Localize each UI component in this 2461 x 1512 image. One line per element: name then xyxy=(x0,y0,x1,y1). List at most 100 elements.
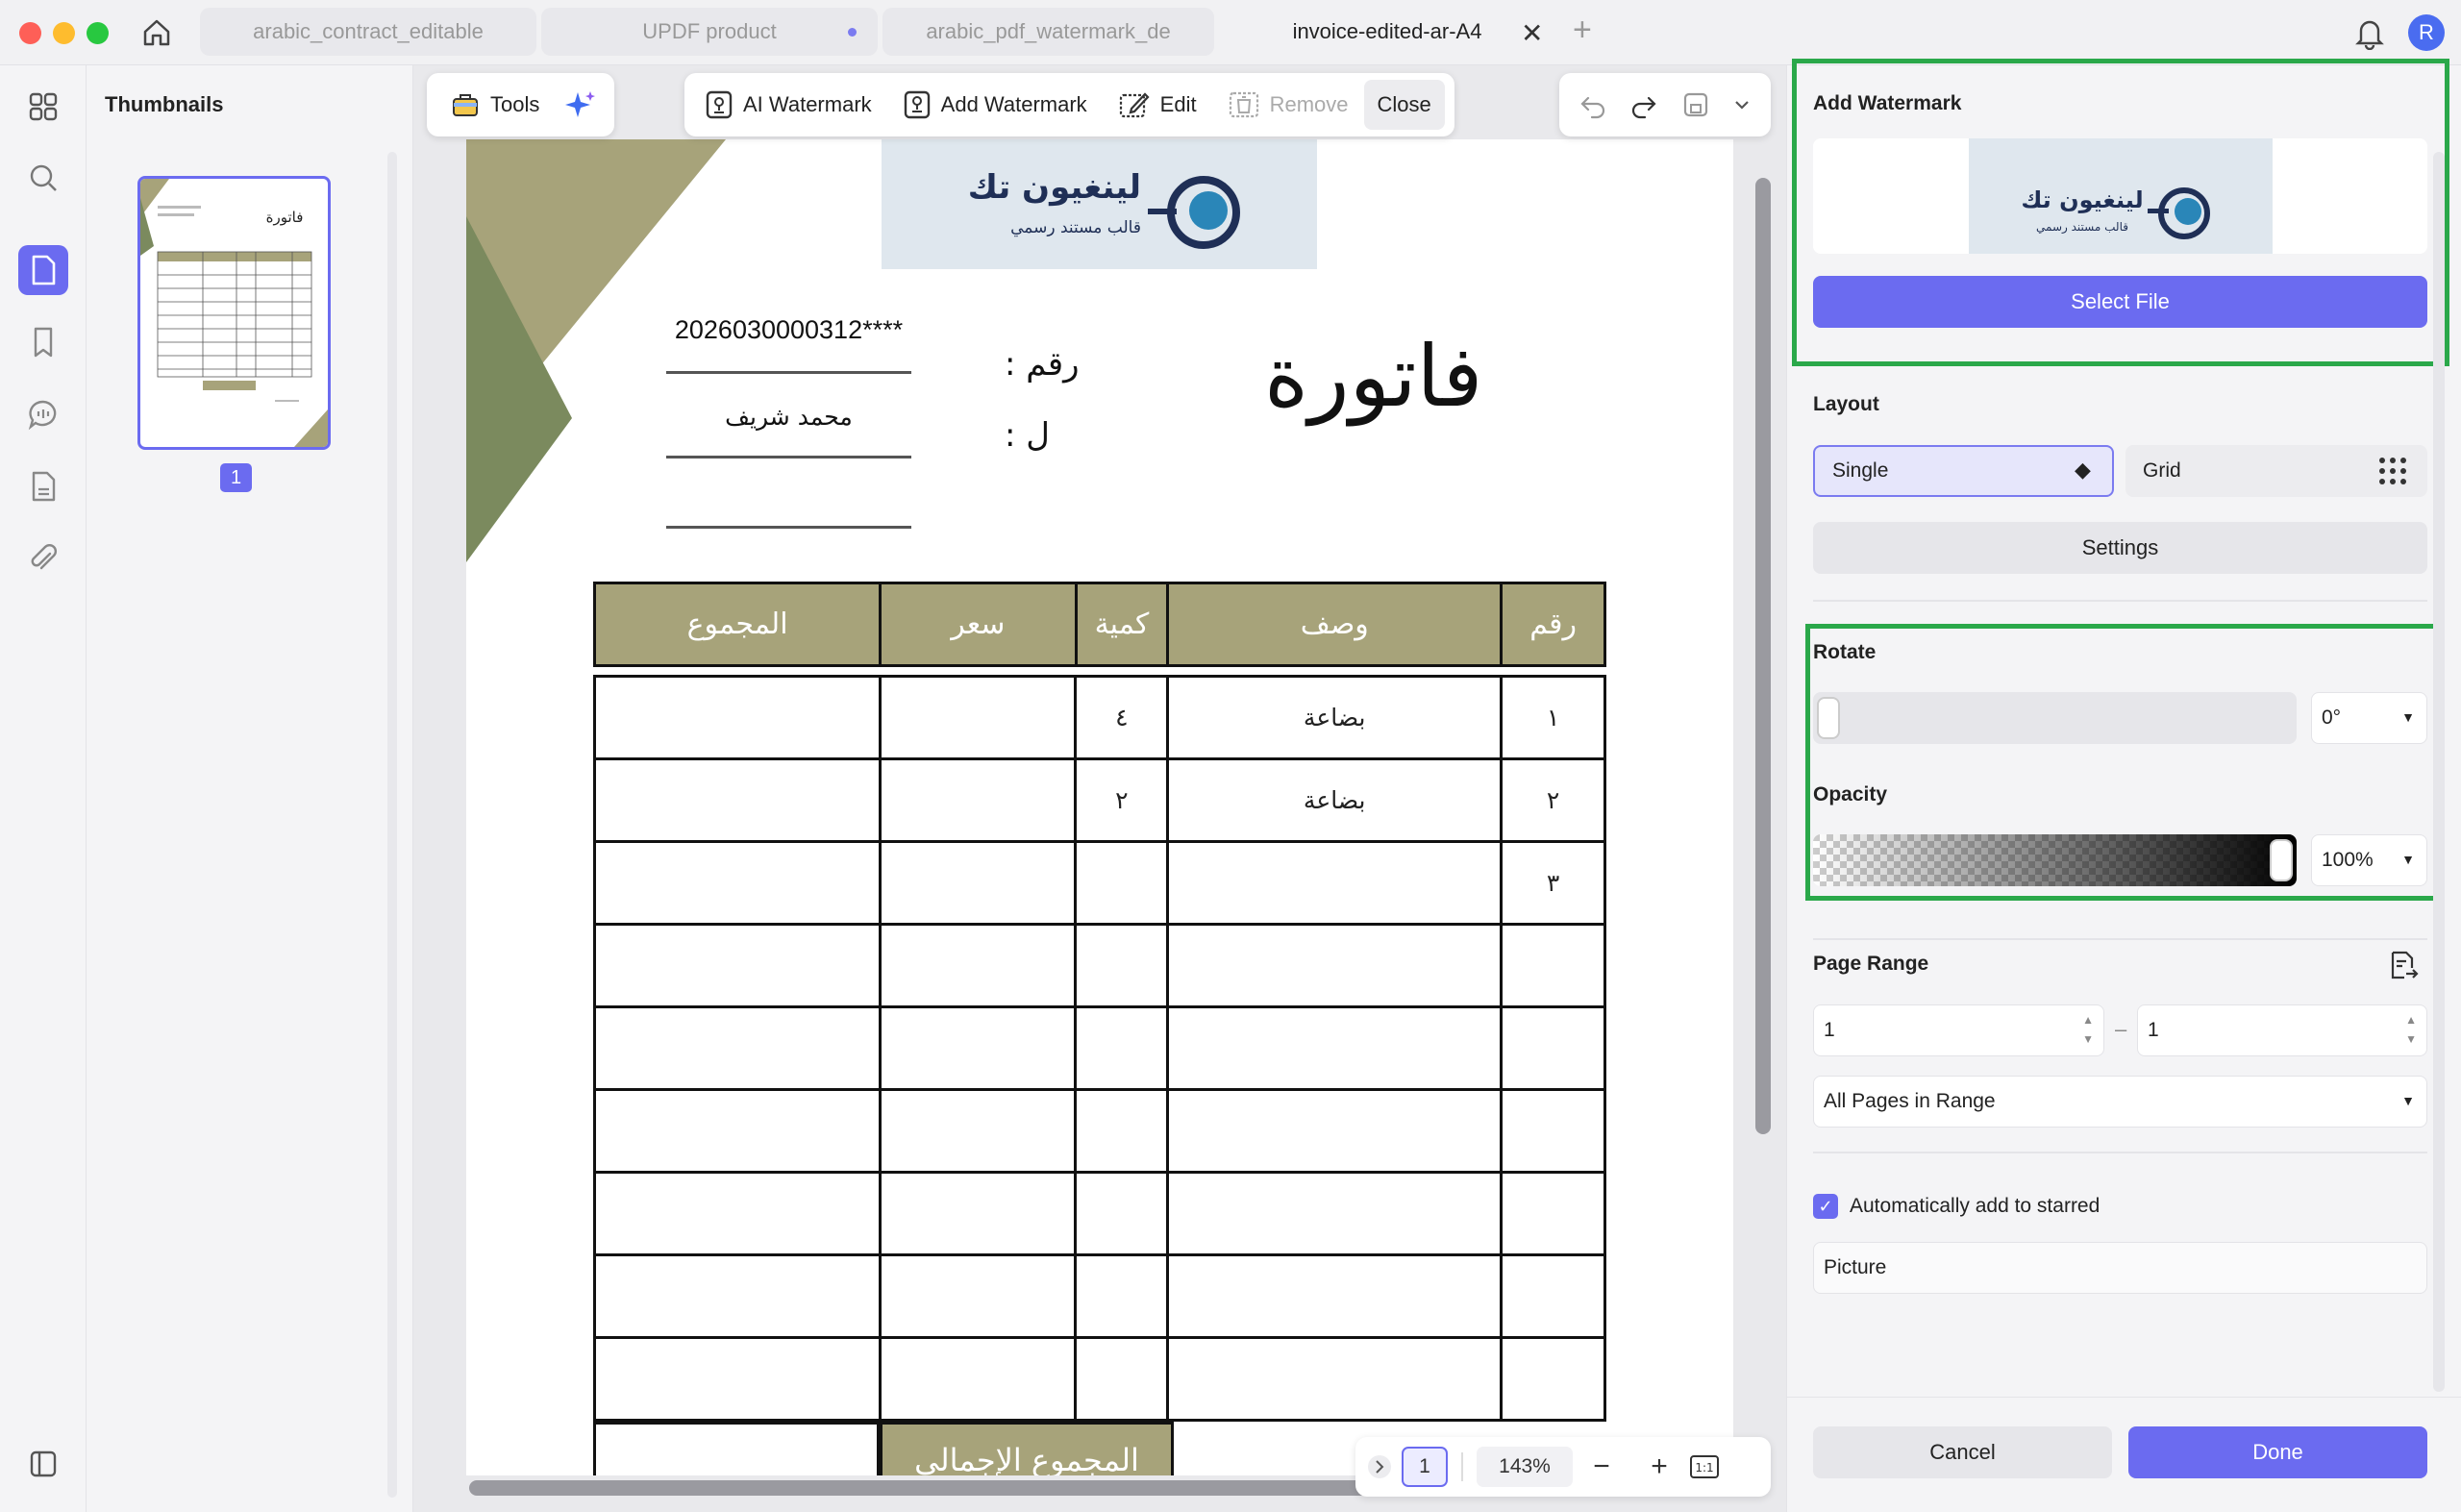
tab-label: UPDF product xyxy=(642,19,777,43)
vertical-scrollbar[interactable] xyxy=(1755,178,1771,1134)
add-watermark-label: Add Watermark xyxy=(940,92,1087,116)
close-window-button[interactable] xyxy=(19,22,41,44)
title-bar: arabic_contract_editable UPDF product ar… xyxy=(0,0,2461,65)
undo-redo-toolbar xyxy=(1559,73,1771,136)
opacity-value-select[interactable]: 100% ▼ xyxy=(2311,834,2427,886)
number-cell xyxy=(1500,1005,1606,1091)
comment-icon[interactable] xyxy=(21,392,65,436)
close-watermark-button[interactable]: Close xyxy=(1363,80,1445,130)
redo-icon[interactable] xyxy=(1629,90,1658,119)
price-cell xyxy=(879,923,1078,1008)
page-number-input[interactable]: 1 xyxy=(1402,1447,1448,1487)
actual-size-icon[interactable]: 1:1 xyxy=(1688,1452,1721,1481)
dropdown-arrow-icon: ▼ xyxy=(2401,709,2415,725)
invoice-number-value: 2026030000312**** xyxy=(674,315,904,344)
description-cell xyxy=(1166,1253,1504,1339)
table-row xyxy=(592,1253,1606,1339)
avatar-initial: R xyxy=(2419,20,2434,44)
sidebar-toggle-icon[interactable] xyxy=(21,1442,65,1486)
layout-title: Layout xyxy=(1813,393,1879,415)
new-tab-icon[interactable]: + xyxy=(1573,12,1592,49)
watermark-panel: Add Watermark لينغيون تك قالب مستند رسمي… xyxy=(1786,59,2461,1512)
line xyxy=(666,526,911,529)
qty-cell xyxy=(1074,1336,1170,1422)
range-to-input[interactable]: 1 ▲ ▼ xyxy=(2137,1004,2427,1056)
zoom-level[interactable]: 143% xyxy=(1477,1447,1573,1487)
starred-category-field[interactable]: Picture xyxy=(1813,1242,2427,1294)
attachment-icon[interactable] xyxy=(21,536,65,581)
tab-arabic-contract[interactable]: arabic_contract_editable xyxy=(200,8,536,56)
number-cell xyxy=(1500,1336,1606,1422)
description-cell xyxy=(1166,1005,1504,1091)
edit-button[interactable]: Edit xyxy=(1103,78,1212,132)
svg-text:فاتورة: فاتورة xyxy=(266,209,304,226)
thumbnails-title: Thumbnails xyxy=(105,92,224,116)
stepper-icon[interactable]: ▲ ▼ xyxy=(2405,1010,2417,1049)
ai-sparkle-button[interactable] xyxy=(555,78,607,132)
price-cell xyxy=(879,757,1078,843)
watermark-preview: لينغيون تك قالب مستند رسمي xyxy=(1813,138,2427,254)
opacity-value: 100% xyxy=(2322,849,2374,871)
chevron-down-icon[interactable] xyxy=(1732,95,1752,114)
logo-text: لينغيون تك xyxy=(967,168,1141,207)
watermark-logo-preview: لينغيون تك قالب مستند رسمي xyxy=(1969,138,2273,254)
remove-button[interactable]: Remove xyxy=(1212,78,1364,132)
avatar[interactable]: R xyxy=(2408,14,2445,51)
zoom-out-icon[interactable]: − xyxy=(1573,1450,1630,1483)
select-file-button[interactable]: Select File xyxy=(1813,276,2427,328)
panel-scrollbar[interactable] xyxy=(2433,152,2445,1392)
rotate-slider-handle[interactable] xyxy=(1817,697,1840,739)
done-button[interactable]: Done xyxy=(2128,1426,2427,1478)
tools-button[interactable]: Tools xyxy=(435,78,555,132)
tab-label: invoice-edited-ar-A4 xyxy=(1292,19,1482,43)
price-cell xyxy=(879,1336,1078,1422)
thumbnails-scrollbar[interactable] xyxy=(387,152,397,1498)
bell-icon[interactable] xyxy=(2353,15,2386,51)
ai-watermark-label: AI Watermark xyxy=(743,92,872,116)
rotate-slider[interactable] xyxy=(1813,692,2297,744)
tab-invoice-edited[interactable]: invoice-edited-ar-A4 xyxy=(1219,8,1555,56)
layout-grid-option[interactable]: Grid xyxy=(2125,445,2427,497)
grid-apps-icon[interactable] xyxy=(21,85,65,129)
ai-watermark-button[interactable]: AI Watermark xyxy=(689,78,887,132)
layout-single-option[interactable]: Single ◆ xyxy=(1813,445,2114,497)
chevron-right-icon[interactable] xyxy=(1365,1452,1394,1481)
zoom-in-icon[interactable]: + xyxy=(1630,1450,1688,1483)
edit-label: Edit xyxy=(1159,92,1197,116)
page-thumbnail[interactable]: فاتورة xyxy=(137,176,331,450)
layout-grid-label: Grid xyxy=(2143,459,2181,482)
undo-icon[interactable] xyxy=(1579,90,1607,119)
logo-tagline: قالب مستند رسمي xyxy=(1010,218,1141,237)
search-icon[interactable] xyxy=(21,156,65,200)
auto-starred-checkbox[interactable]: ✓ xyxy=(1813,1194,1838,1219)
cancel-button[interactable]: Cancel xyxy=(1813,1426,2112,1478)
total-cell xyxy=(592,1005,882,1091)
home-icon[interactable] xyxy=(139,15,174,50)
close-tab-icon[interactable]: ✕ xyxy=(1521,17,1543,49)
opacity-slider-handle[interactable] xyxy=(2270,839,2293,881)
opacity-slider[interactable] xyxy=(1813,834,2297,886)
range-mode-select[interactable]: All Pages in Range ▼ xyxy=(1813,1076,2427,1128)
number-cell xyxy=(1500,923,1606,1008)
table-row xyxy=(592,923,1606,1008)
add-watermark-button[interactable]: Add Watermark xyxy=(887,78,1103,132)
range-from-input[interactable]: 1 ▲ ▼ xyxy=(1813,1004,2104,1056)
document-icon[interactable] xyxy=(21,464,65,508)
rotate-value: 0° xyxy=(2322,706,2342,729)
total-cell xyxy=(592,1336,882,1422)
rotate-value-select[interactable]: 0° ▼ xyxy=(2311,692,2427,744)
save-icon[interactable] xyxy=(1681,90,1710,119)
page-number-badge: 1 xyxy=(220,463,252,492)
minimize-window-button[interactable] xyxy=(53,22,75,44)
bookmark-icon[interactable] xyxy=(21,320,65,364)
pages-icon[interactable] xyxy=(18,245,68,295)
maximize-window-button[interactable] xyxy=(87,22,109,44)
table-row: ٢ بضاعة ٢ xyxy=(592,757,1606,843)
sparkle-icon xyxy=(565,91,596,117)
thumbnails-panel: Thumbnails فاتورة 1 xyxy=(87,65,413,1512)
tab-updf-product[interactable]: UPDF product xyxy=(541,8,878,56)
stepper-icon[interactable]: ▲ ▼ xyxy=(2082,1010,2094,1049)
tab-arabic-pdf-watermark[interactable]: arabic_pdf_watermark_de xyxy=(882,8,1214,56)
page-range-swap-icon[interactable] xyxy=(2387,949,2420,981)
settings-button[interactable]: Settings xyxy=(1813,522,2427,574)
